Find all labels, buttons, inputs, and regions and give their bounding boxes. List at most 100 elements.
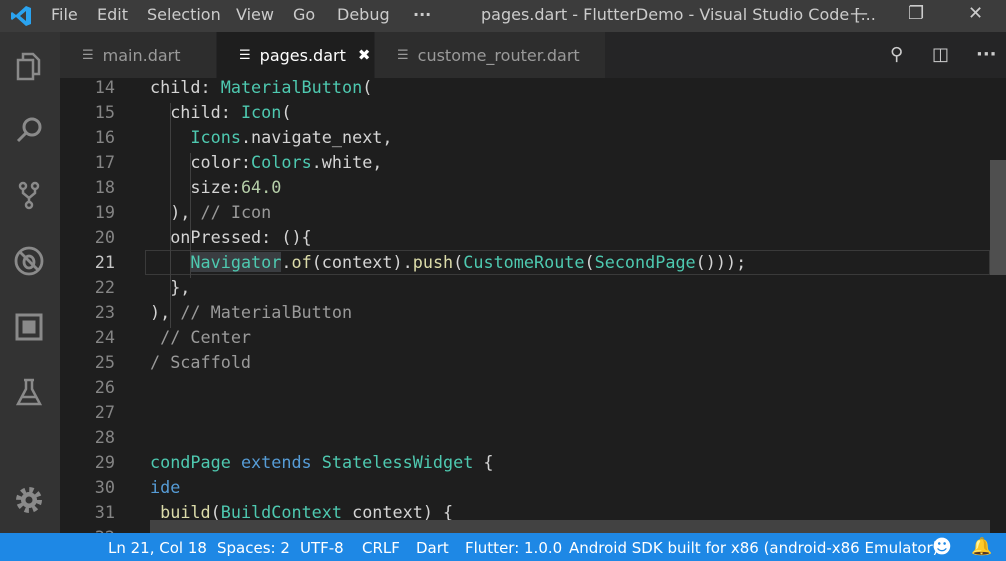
source-control-icon[interactable]	[11, 177, 47, 213]
file-icon: ☰	[82, 47, 94, 63]
open-changes-icon[interactable]: ⚲	[890, 44, 903, 65]
code-line[interactable]: 27	[60, 400, 990, 425]
code-token: (context).	[311, 252, 413, 272]
code-text: Navigator.of(context).push(CustomeRoute(…	[150, 250, 746, 275]
line-number: 27	[94, 402, 115, 422]
code-line[interactable]: 21 Navigator.of(context).push(CustomeRou…	[60, 250, 990, 275]
code-line[interactable]: 23), // MaterialButton	[60, 300, 990, 325]
code-line[interactable]: 25 / Scaffold	[60, 350, 990, 375]
settings-icon[interactable]	[11, 482, 47, 518]
debug-icon[interactable]	[11, 243, 47, 279]
code-token: extends	[240, 452, 322, 472]
file-icon: ☰	[239, 47, 251, 63]
code-text: onPressed: (){	[150, 225, 311, 250]
extensions-icon[interactable]	[11, 309, 47, 345]
code-token: ),	[150, 302, 181, 322]
menu-debug[interactable]: Debug	[337, 5, 390, 24]
device-selector[interactable]: Android SDK built for x86 (android-x86 E…	[569, 539, 939, 557]
notifications-bell-icon[interactable]: 🔔	[971, 537, 992, 557]
tab-main-dart[interactable]: ☰ main.dart	[60, 32, 217, 78]
code-line[interactable]: 18 size:64.0	[60, 175, 990, 200]
line-number: 19	[94, 202, 115, 222]
menu-more[interactable]: ···	[413, 5, 431, 24]
test-icon[interactable]	[11, 374, 47, 410]
tab-label: main.dart	[102, 45, 181, 65]
tab-custome-router-dart[interactable]: ☰ custome_router.dart	[375, 32, 606, 78]
code-token: StatelessWidget	[321, 452, 474, 472]
code-line[interactable]: 20 onPressed: (){	[60, 225, 990, 250]
code-token: // Icon	[200, 202, 272, 222]
code-token: {	[473, 452, 494, 472]
menu-selection[interactable]: Selection	[147, 5, 221, 24]
code-token: BuildContext	[220, 502, 342, 522]
code-editor[interactable]: 14 child: MaterialButton(15 child: Icon(1…	[60, 78, 1006, 533]
code-line[interactable]: 26	[60, 375, 990, 400]
indent-guide	[190, 253, 191, 278]
code-line[interactable]: 29 condPage extends StatelessWidget {	[60, 450, 990, 475]
more-actions-icon[interactable]: ···	[976, 44, 997, 65]
close-tab-icon[interactable]: ✖	[358, 46, 371, 64]
menu-edit[interactable]: Edit	[97, 5, 128, 24]
code-token: MaterialButton	[220, 78, 363, 97]
code-line[interactable]: 17 color:Colors.white,	[60, 150, 990, 175]
code-token: Colors	[251, 152, 312, 172]
menu-go[interactable]: Go	[293, 5, 315, 24]
code-token: (	[453, 252, 464, 272]
code-token: SecondPage	[594, 252, 696, 272]
code-line[interactable]: 28	[60, 425, 990, 450]
tab-pages-dart[interactable]: ☰ pages.dart ✖	[217, 32, 375, 78]
line-ending[interactable]: CRLF	[362, 539, 400, 557]
encoding[interactable]: UTF-8	[300, 539, 344, 557]
code-text: child: Icon(	[150, 100, 291, 125]
code-token: CustomeRoute	[463, 252, 585, 272]
indent-guide	[190, 153, 191, 253]
tab-bar: ☰ main.dart ☰ pages.dart ✖ ☰ custome_router.…	[60, 32, 1006, 78]
close-window-icon[interactable]: ✕	[968, 3, 983, 24]
cursor-position[interactable]: Ln 21, Col 18	[108, 539, 207, 557]
code-text: ), // Icon	[150, 200, 271, 225]
line-number: 30	[94, 477, 115, 497]
code-text: ), // MaterialButton	[150, 300, 352, 325]
vertical-scrollbar[interactable]	[990, 160, 1006, 275]
menu-view[interactable]: View	[236, 5, 274, 24]
language-mode[interactable]: Dart	[416, 539, 449, 557]
restore-icon[interactable]: ❐	[908, 3, 924, 24]
status-bar: Ln 21, Col 18 Spaces: 2 UTF-8 CRLF Dart …	[0, 533, 1006, 561]
code-text: color:Colors.white,	[150, 150, 382, 175]
code-line[interactable]: 30 ide	[60, 475, 990, 500]
code-line[interactable]: 16 Icons.navigate_next,	[60, 125, 990, 150]
code-line[interactable]: 15 child: Icon(	[60, 100, 990, 125]
minimize-icon[interactable]: —	[850, 3, 868, 24]
code-line[interactable]: 14 child: MaterialButton(	[60, 78, 990, 100]
code-token: // Center	[160, 327, 252, 347]
code-token: (	[281, 102, 292, 122]
line-number: 24	[94, 327, 115, 347]
tab-label: custome_router.dart	[417, 45, 580, 65]
code-line[interactable]: 22 },	[60, 275, 990, 300]
explorer-icon[interactable]	[11, 48, 47, 84]
code-token: .navigate_next,	[240, 127, 393, 147]
code-token: push	[412, 252, 454, 272]
code-token: condPage	[150, 452, 241, 472]
code-line[interactable]: 24 // Center	[60, 325, 990, 350]
search-icon[interactable]	[11, 112, 47, 148]
code-token: color:	[150, 152, 252, 172]
menu-file[interactable]: File	[51, 5, 78, 24]
window-title: pages.dart - FlutterDemo - Visual Studio…	[481, 5, 876, 24]
horizontal-scrollbar[interactable]	[150, 520, 990, 533]
code-token: build	[160, 502, 211, 522]
code-text: // Center	[150, 325, 251, 350]
code-line[interactable]: 19 ), // Icon	[60, 200, 990, 225]
code-text: ide	[150, 475, 180, 500]
split-editor-icon[interactable]: ◫	[932, 44, 949, 65]
line-number: 18	[94, 177, 115, 197]
line-number: 14	[94, 78, 115, 97]
code-token: .white,	[311, 152, 383, 172]
line-number: 17	[94, 152, 115, 172]
code-token: ),	[150, 202, 201, 222]
line-number: 28	[94, 427, 115, 447]
indentation[interactable]: Spaces: 2	[217, 539, 290, 557]
flutter-version[interactable]: Flutter: 1.0.0	[465, 539, 562, 557]
feedback-smiley-icon[interactable]: ☻	[932, 536, 952, 558]
